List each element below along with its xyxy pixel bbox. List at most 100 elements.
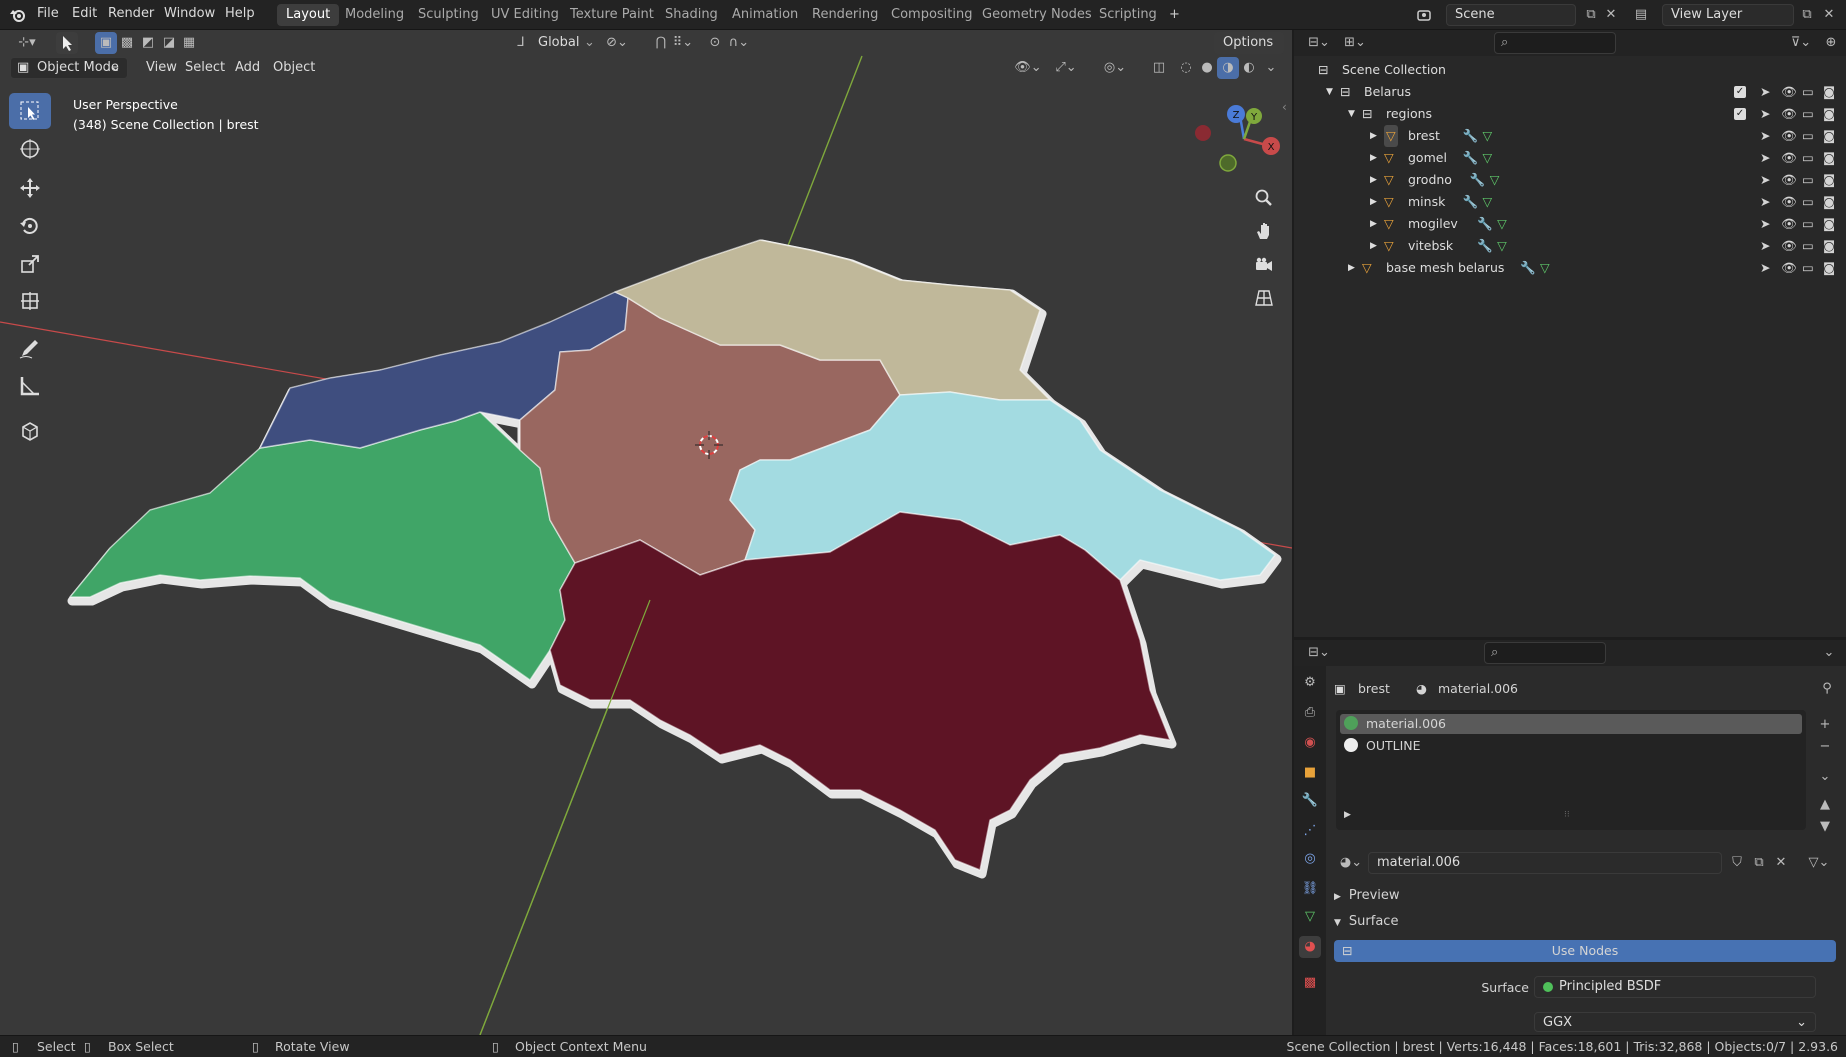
move-down-icon[interactable]: ▼ (1814, 816, 1836, 838)
camera-icon[interactable]: ◙ (1823, 169, 1835, 191)
menu-file[interactable]: File (37, 6, 59, 21)
eye-icon[interactable]: 👁 (1781, 169, 1797, 191)
tab-shading[interactable]: Shading (656, 4, 727, 26)
duplicate-view-layer-icon[interactable]: ⧉ (1796, 4, 1818, 26)
blender-logo-icon[interactable] (9, 6, 27, 24)
camera-icon[interactable]: ◙ (1823, 103, 1835, 125)
camera-icon[interactable]: ◙ (1823, 257, 1835, 279)
surface-shader-field[interactable]: Principled BSDF (1534, 976, 1816, 998)
selectable-arrow-icon[interactable]: ➤ (1760, 103, 1770, 125)
tab-uv-editing[interactable]: UV Editing (482, 4, 568, 26)
selectable-arrow-icon[interactable]: ➤ (1760, 213, 1770, 235)
collapse-sidebar-icon[interactable]: ‹ (1282, 100, 1287, 114)
monitor-icon[interactable]: ▭ (1802, 125, 1814, 147)
tab-modeling[interactable]: Modeling (336, 4, 413, 26)
monitor-icon[interactable]: ▭ (1802, 257, 1814, 279)
monitor-icon[interactable]: ▭ (1802, 147, 1814, 169)
monitor-icon[interactable]: ▭ (1802, 81, 1814, 103)
new-collection-icon[interactable]: ⊕ (1820, 32, 1842, 54)
camera-view-icon[interactable] (1250, 251, 1278, 279)
panel-preview[interactable]: ▶ Preview (1334, 888, 1400, 903)
monitor-icon[interactable]: ▭ (1802, 103, 1814, 125)
move-up-icon[interactable]: ▲ (1814, 794, 1836, 816)
tab-physics-icon[interactable]: ◎ (1299, 848, 1321, 870)
monitor-icon[interactable]: ▭ (1802, 191, 1814, 213)
tab-scripting[interactable]: Scripting (1090, 4, 1166, 26)
eye-icon[interactable]: 👁 (1781, 235, 1797, 257)
filter-icon[interactable]: ⊽⌄ (1786, 32, 1816, 54)
distribution-dropdown[interactable]: GGX ⌄ (1534, 1012, 1816, 1032)
tab-particles-icon[interactable]: ⋰ (1299, 820, 1321, 842)
tool-add-cube[interactable] (9, 413, 51, 449)
tool-transform[interactable] (9, 283, 51, 319)
tab-geometry-nodes[interactable]: Geometry Nodes (973, 4, 1101, 26)
expand-arrow-icon[interactable]: ▶ (1344, 810, 1351, 820)
material-slot-item[interactable]: material.006 (1340, 714, 1802, 734)
tab-object-icon[interactable]: ■ (1299, 762, 1321, 784)
display-mode-icon[interactable]: ⊞⌄ (1340, 32, 1370, 54)
tool-rotate[interactable] (9, 208, 51, 244)
tool-cursor[interactable] (9, 131, 51, 167)
remove-slot-icon[interactable]: − (1814, 736, 1836, 758)
tab-sculpting[interactable]: Sculpting (409, 4, 488, 26)
tab-texture-paint[interactable]: Texture Paint (561, 4, 663, 26)
tab-animation[interactable]: Animation (723, 4, 807, 26)
unlink-material-icon[interactable]: ✕ (1770, 852, 1792, 874)
camera-icon[interactable]: ◙ (1823, 213, 1835, 235)
outliner-editor-type-icon[interactable]: ⊟⌄ (1304, 32, 1334, 54)
menu-render[interactable]: Render (108, 6, 154, 21)
fake-user-icon[interactable]: ⛉ (1726, 852, 1748, 874)
tab-modifier-icon[interactable]: 🔧 (1299, 790, 1321, 812)
tool-move[interactable] (9, 170, 51, 206)
tool-select-box[interactable] (9, 93, 51, 129)
close-view-layer-icon[interactable]: ✕ (1818, 4, 1840, 26)
tab-layout[interactable]: Layout (277, 4, 340, 26)
panel-surface[interactable]: ▼ Surface (1334, 914, 1398, 929)
camera-icon[interactable]: ◙ (1823, 191, 1835, 213)
3d-viewport[interactable]: ⊹▾ ▣ ▩ ◩ ◪ ▦ ⅃ Global ⌄ ⊘⌄ ⋂ ⠿⌄ ⊙ ∩⌄ Opt… (0, 30, 1292, 1035)
scene-icon[interactable] (1413, 4, 1435, 26)
selectable-arrow-icon[interactable]: ➤ (1760, 235, 1770, 257)
checkbox-icon[interactable]: ✓ (1734, 108, 1746, 120)
options-chevron-icon[interactable]: ⌄ (1818, 642, 1840, 664)
resize-handle-icon[interactable]: ⁝⁝ (1564, 810, 1570, 820)
menu-edit[interactable]: Edit (72, 6, 97, 21)
tab-rendering[interactable]: Rendering (803, 4, 887, 26)
scene-field[interactable]: Scene (1446, 4, 1576, 26)
tool-scale[interactable] (9, 246, 51, 282)
tab-world-icon[interactable]: ◉ (1299, 732, 1321, 754)
selectable-arrow-icon[interactable]: ➤ (1760, 257, 1770, 279)
eye-icon[interactable]: 👁 (1781, 103, 1797, 125)
tool-annotate[interactable] (9, 330, 51, 366)
camera-icon[interactable]: ◙ (1823, 125, 1835, 147)
properties-search-input[interactable]: ⌕ (1484, 642, 1606, 664)
tab-render-icon[interactable]: ⎙ (1299, 702, 1321, 724)
monitor-icon[interactable]: ▭ (1802, 213, 1814, 235)
region-brest[interactable] (549, 511, 1171, 871)
tab-compositing[interactable]: Compositing (882, 4, 982, 26)
perspective-toggle-icon[interactable] (1250, 284, 1278, 312)
monitor-icon[interactable]: ▭ (1802, 169, 1814, 191)
menu-help[interactable]: Help (225, 6, 255, 21)
eye-icon[interactable]: 👁 (1781, 257, 1797, 279)
properties-editor-type-icon[interactable]: ⊟⌄ (1304, 642, 1334, 664)
camera-icon[interactable]: ◙ (1823, 235, 1835, 257)
duplicate-scene-icon[interactable]: ⧉ (1580, 4, 1602, 26)
selectable-arrow-icon[interactable]: ➤ (1760, 125, 1770, 147)
selectable-arrow-icon[interactable]: ➤ (1760, 147, 1770, 169)
use-nodes-button[interactable]: ⊟ Use Nodes (1334, 940, 1836, 962)
eye-icon[interactable]: 👁 (1781, 147, 1797, 169)
monitor-icon[interactable]: ▭ (1802, 235, 1814, 257)
outliner-search-input[interactable]: ⌕ (1494, 32, 1616, 54)
browse-material-icon[interactable]: ◕⌄ (1336, 852, 1366, 874)
duplicate-material-icon[interactable]: ⧉ (1748, 852, 1770, 874)
add-slot-icon[interactable]: + (1814, 714, 1836, 736)
material-slot-item[interactable]: OUTLINE (1340, 736, 1802, 756)
tab-texture-icon[interactable]: ▩ (1299, 972, 1321, 994)
tab-material-icon[interactable]: ◕ (1299, 936, 1321, 958)
zoom-icon[interactable] (1250, 184, 1278, 212)
pin-icon[interactable]: ⚲ (1816, 678, 1838, 700)
view-layer-field[interactable]: View Layer (1662, 4, 1794, 26)
eye-icon[interactable]: 👁 (1781, 213, 1797, 235)
eye-icon[interactable]: 👁 (1781, 191, 1797, 213)
